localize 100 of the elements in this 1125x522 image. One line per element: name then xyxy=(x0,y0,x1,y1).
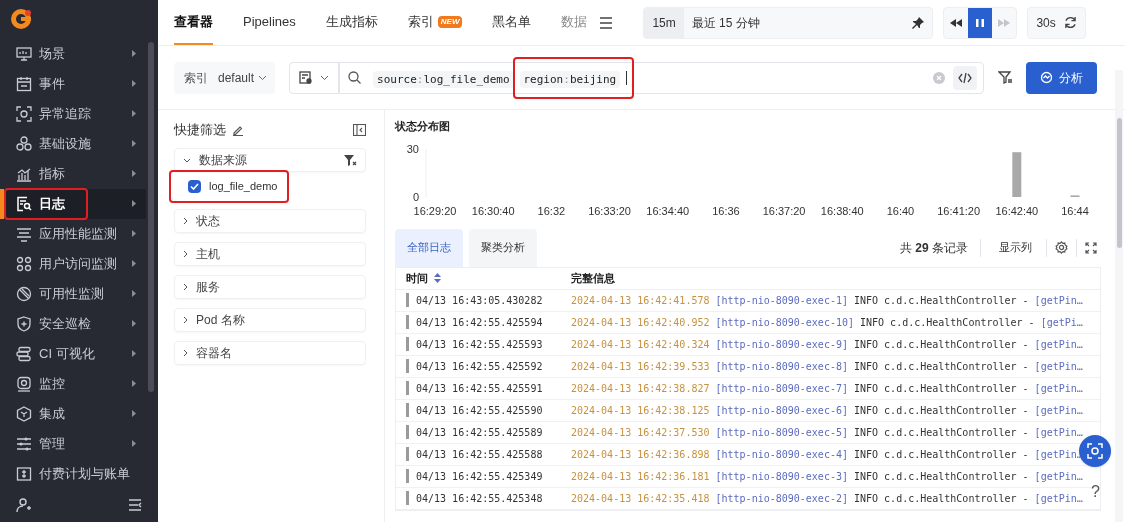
axis-tick-label: 16:44 xyxy=(1061,204,1089,217)
refresh-icon[interactable] xyxy=(1063,16,1077,29)
tab[interactable]: 查看器 xyxy=(174,0,213,45)
status-marker xyxy=(406,359,409,373)
tab[interactable]: 生成指标 xyxy=(325,0,378,45)
sidebar-item[interactable]: 基础设施 xyxy=(0,128,146,159)
pin-icon[interactable] xyxy=(912,16,925,29)
logo-icon xyxy=(10,8,32,31)
hexagon-icon xyxy=(16,405,32,422)
column-header[interactable]: 完整信息 xyxy=(571,269,615,287)
code-icon xyxy=(958,71,972,84)
sidebar-item[interactable]: 监控 xyxy=(0,368,146,399)
settings-icon[interactable] xyxy=(1055,241,1068,254)
filter-group-header[interactable]: 容器名 xyxy=(174,341,366,365)
text-cursor xyxy=(626,70,628,85)
sidebar-item[interactable]: 付费计划与账单 xyxy=(0,458,146,489)
nodes-icon xyxy=(16,135,32,152)
help-link[interactable]: ? xyxy=(1091,480,1100,504)
axis-tick-label: 16:36 xyxy=(712,204,740,217)
panel-title: 快捷筛选 xyxy=(174,121,226,140)
time-range: 最近 15 分钟 xyxy=(690,14,761,32)
table-cell-text: 04/13 16:42:55.425588 xyxy=(416,447,544,462)
sidebar-item[interactable]: 应用性能监测 xyxy=(0,218,146,249)
sidebar-item[interactable]: 可用性监测 xyxy=(0,278,146,309)
collapse-panel-icon[interactable] xyxy=(353,124,366,136)
tab[interactable]: 黑名单 xyxy=(492,0,532,45)
chevron-down-icon xyxy=(258,74,268,81)
pause-button[interactable] xyxy=(968,7,993,38)
table-cell-text: 04/13 16:42:55.425590 xyxy=(416,403,544,418)
view-select[interactable] xyxy=(289,61,340,94)
fullscreen-icon[interactable] xyxy=(1085,241,1097,254)
table-cell-text: 2024-04-13 16:42:36.181 [http-nio-8090-exec-3] INFO c.d.c.HealthController - [getPin… xyxy=(571,469,1084,484)
sidebar-item[interactable]: 指标 xyxy=(0,158,146,189)
code-mode-button[interactable] xyxy=(953,65,977,90)
sidebar-item[interactable]: 异常追踪 xyxy=(0,98,146,129)
add-user-icon[interactable] xyxy=(16,497,32,514)
sidebar-item[interactable]: 管理 xyxy=(0,428,146,459)
clear-filter-icon[interactable] xyxy=(344,154,357,166)
chevron-down-icon xyxy=(320,74,330,81)
calendar-icon xyxy=(16,75,32,92)
status-marker xyxy=(406,315,409,329)
index-label: 索引 xyxy=(183,69,209,87)
status-marker xyxy=(406,293,409,307)
axis-tick-label: 16:29:20 xyxy=(413,204,457,217)
chevron-right-icon xyxy=(183,217,188,225)
sliders-icon xyxy=(16,435,32,452)
document-icon xyxy=(299,71,313,84)
filter-group-header[interactable]: 主机 xyxy=(174,242,366,266)
table-cell-text: 04/13 16:42:55.425591 xyxy=(416,381,544,396)
sidebar-item[interactable]: CI 可视化 xyxy=(0,338,146,369)
refresh-interval[interactable]: 30s xyxy=(1036,13,1056,32)
table-cell-text: 04/13 16:42:55.425594 xyxy=(416,315,544,330)
tab[interactable]: 数据 xyxy=(561,0,588,45)
column-header[interactable]: 时间 xyxy=(406,269,428,287)
filter-group-header[interactable]: 数据来源 xyxy=(174,148,366,172)
table-cell-text: 2024-04-13 16:42:41.578 [http-nio-8090-exec-1] INFO c.d.c.HealthController - [getPin… xyxy=(571,293,1084,308)
scrollbar[interactable] xyxy=(148,42,154,392)
sort-icon[interactable] xyxy=(434,273,441,283)
chevron-right-icon xyxy=(183,316,188,324)
sidebar-item[interactable]: 事件 xyxy=(0,68,146,99)
tab[interactable]: 全部日志 xyxy=(395,228,463,267)
analyze-button[interactable]: 分析 xyxy=(1026,61,1097,94)
search-icon xyxy=(348,71,362,84)
chevron-down-icon xyxy=(183,157,191,163)
chevron-right-icon xyxy=(183,349,188,357)
query-token[interactable]: region:beijing xyxy=(519,70,621,88)
table-cell-text: 2024-04-13 16:42:37.530 [http-nio-8090-exec-5] INFO c.d.c.HealthController - [getPin… xyxy=(571,425,1084,440)
index-select[interactable]: 索引 default xyxy=(174,61,276,94)
tab[interactable]: 聚类分析 xyxy=(469,228,537,267)
status-marker xyxy=(406,337,409,351)
camera-icon xyxy=(16,375,32,392)
tab[interactable]: Pipelines xyxy=(243,0,296,45)
new-badge: NEW xyxy=(437,15,463,28)
sidebar-item[interactable]: 场景 xyxy=(0,38,146,69)
filter-group-header[interactable]: 服务 xyxy=(174,275,366,299)
edit-icon[interactable] xyxy=(232,124,244,136)
prohibited-icon xyxy=(16,285,32,302)
forward-icon xyxy=(997,17,1012,28)
tab[interactable]: 索引 NEW xyxy=(407,0,463,45)
status-marker xyxy=(406,469,409,483)
table-cell-text: 04/13 16:42:55.425593 xyxy=(416,337,544,352)
scrollbar-thumb[interactable] xyxy=(1116,118,1122,248)
axis-tick-label: 16:40 xyxy=(886,204,915,217)
status-marker xyxy=(406,491,409,505)
filter-group-header[interactable]: 状态 xyxy=(174,209,366,233)
checkbox-label: log_file_demo xyxy=(209,178,278,194)
axis-tick-label: 16:32 xyxy=(537,204,566,217)
columns-button[interactable]: 显示列 xyxy=(993,234,1038,261)
filter-icon[interactable] xyxy=(998,71,1012,84)
scan-icon xyxy=(1087,443,1103,459)
chart-title: 状态分布图 xyxy=(395,119,451,134)
checkbox[interactable] xyxy=(188,179,201,193)
monitor-icon xyxy=(16,45,32,62)
filter-group-header[interactable]: Pod 名称 xyxy=(174,308,366,332)
time-range-picker[interactable]: 15m 最近 15 分钟 xyxy=(643,6,934,39)
sidebar-item[interactable]: 用户访问监测 xyxy=(0,248,146,279)
sidebar-item[interactable]: 集成 xyxy=(0,398,146,429)
menu-icon[interactable] xyxy=(599,16,614,29)
sidebar-item[interactable]: 安全巡检 xyxy=(0,308,146,339)
query-token[interactable]: source:log_file_demo xyxy=(373,70,514,88)
